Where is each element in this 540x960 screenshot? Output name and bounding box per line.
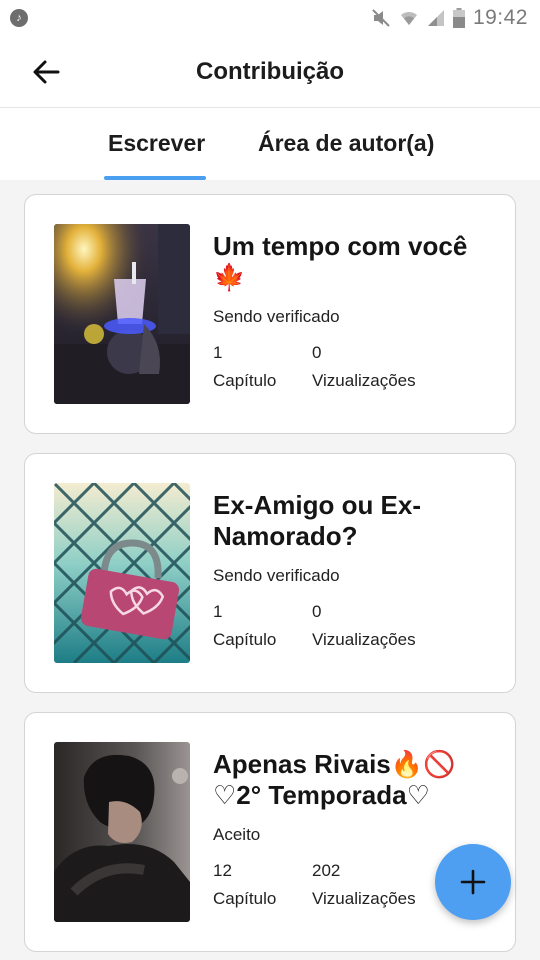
- story-status: Sendo verificado: [213, 307, 340, 326]
- chapters-count: 12: [213, 861, 232, 880]
- add-story-button[interactable]: [435, 844, 511, 920]
- signal-icon: [427, 10, 444, 26]
- music-notification-icon: ♪: [10, 9, 28, 27]
- chapters-count: 1: [213, 343, 223, 362]
- mute-icon: [372, 9, 390, 27]
- story-title: Apenas Rivais🔥🚫♡2° Temporada♡: [213, 749, 456, 810]
- views-stat: 0 Vizualizações: [312, 598, 416, 654]
- views-label: Vizualizações: [312, 889, 416, 908]
- chapters-stat: 1 Capítulo: [213, 598, 312, 654]
- app-bar: Contribuição: [0, 36, 540, 108]
- status-bar: ♪ 19:42: [0, 0, 540, 36]
- chapters-label: Capítulo: [213, 371, 277, 390]
- views-label: Vizualizações: [312, 371, 416, 390]
- views-stat: 0 Vizualizações: [312, 339, 416, 395]
- views-label: Vizualizações: [312, 630, 416, 649]
- story-title: Um tempo com você 🍁: [213, 231, 468, 292]
- status-icons: 19:42: [371, 6, 528, 30]
- chapters-label: Capítulo: [213, 889, 277, 908]
- views-count: 0: [312, 343, 322, 362]
- story-status: Sendo verificado: [213, 566, 340, 585]
- clock: 19:42: [472, 6, 528, 29]
- wifi-icon: [400, 11, 417, 25]
- tab-selected-indicator: [104, 176, 206, 180]
- story-cover-image: [54, 742, 190, 922]
- tab-bar: Escrever Área de autor(a): [0, 108, 540, 180]
- views-stat: 202 Vizualizações: [312, 857, 416, 913]
- chapters-stat: 12 Capítulo: [213, 857, 312, 913]
- story-stats: 1 Capítulo 0 Vizualizações: [213, 339, 495, 395]
- battery-icon: [452, 8, 465, 28]
- story-card[interactable]: Um tempo com você 🍁 Sendo verificado 1 C…: [24, 194, 516, 434]
- story-stats: 1 Capítulo 0 Vizualizações: [213, 598, 495, 654]
- story-cover-image: [54, 224, 190, 404]
- plus-icon: [460, 869, 486, 895]
- story-info: Um tempo com você 🍁 Sendo verificado 1 C…: [213, 231, 495, 395]
- story-cover-image: [54, 483, 190, 663]
- story-card[interactable]: Apenas Rivais🔥🚫♡2° Temporada♡ Aceito 12 …: [24, 712, 516, 952]
- tab-area-de-autor[interactable]: Área de autor(a): [258, 130, 434, 157]
- story-title: Ex-Amigo ou Ex-Namorado?: [213, 490, 422, 551]
- story-info: Ex-Amigo ou Ex-Namorado? Sendo verificad…: [213, 490, 495, 654]
- views-count: 0: [312, 602, 322, 621]
- page-title: Contribuição: [196, 58, 344, 85]
- chapters-count: 1: [213, 602, 223, 621]
- tab-escrever[interactable]: Escrever: [108, 130, 205, 157]
- story-status: Aceito: [213, 825, 261, 844]
- views-count: 202: [312, 861, 341, 880]
- chapters-label: Capítulo: [213, 630, 277, 649]
- chapters-stat: 1 Capítulo: [213, 339, 312, 395]
- story-card[interactable]: Ex-Amigo ou Ex-Namorado? Sendo verificad…: [24, 453, 516, 693]
